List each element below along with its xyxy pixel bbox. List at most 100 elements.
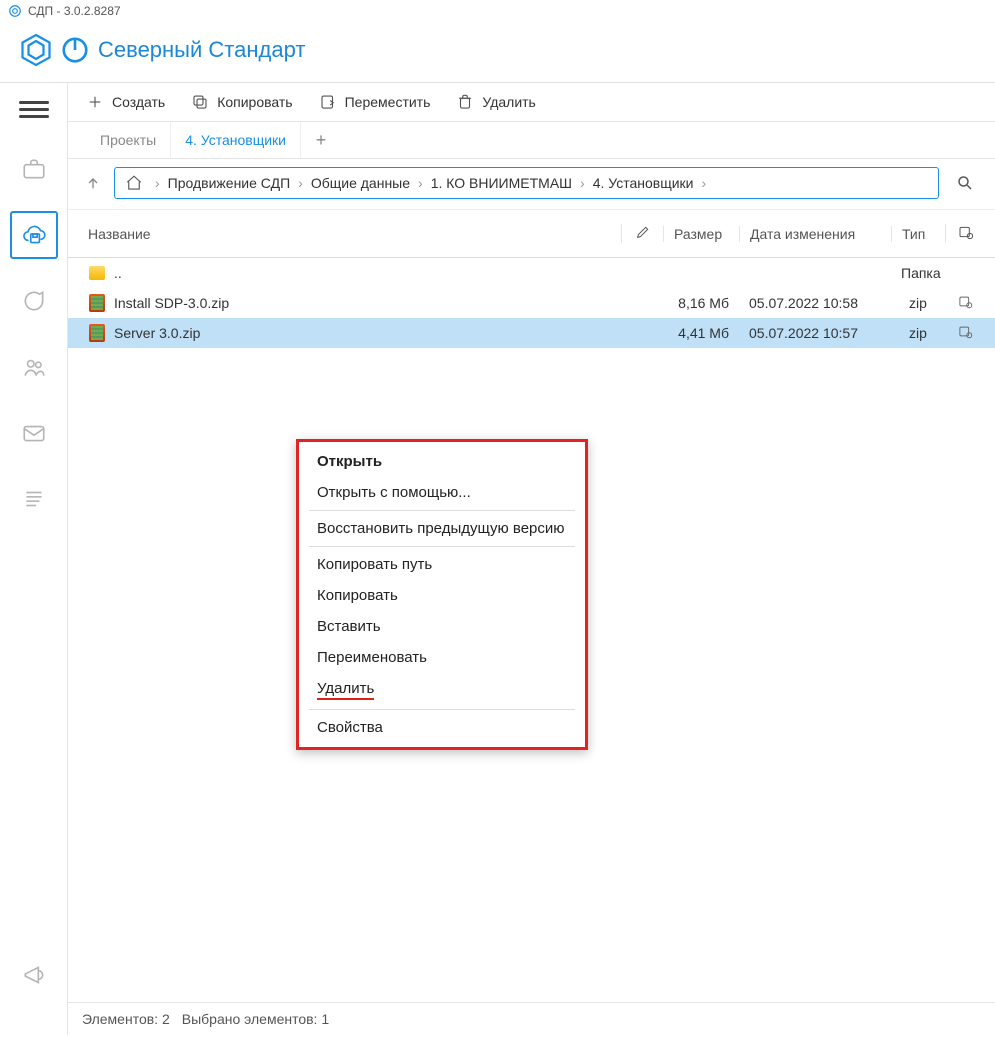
- left-rail: [0, 83, 68, 1035]
- cm-props[interactable]: Свойства: [299, 712, 585, 743]
- cm-delete-label: Удалить: [317, 680, 374, 700]
- cm-sep: [309, 546, 575, 547]
- create-button[interactable]: Создать: [86, 93, 165, 111]
- search-icon: [956, 174, 974, 192]
- context-menu: Открыть Открыть с помощью... Восстановит…: [296, 439, 588, 750]
- rail-chat-button[interactable]: [10, 277, 58, 325]
- delete-button[interactable]: Удалить: [456, 93, 535, 111]
- breadcrumb-seg-3[interactable]: 4. Установщики: [593, 175, 694, 191]
- cell-cal: [945, 324, 985, 342]
- document-lines-icon: [21, 486, 47, 512]
- cell-type: Папка: [891, 265, 945, 281]
- table-header: Название Размер Дата изменения Тип: [68, 210, 995, 258]
- create-label: Создать: [112, 94, 165, 110]
- status-elements: Элементов: 2: [82, 1011, 170, 1027]
- tab-installers[interactable]: 4. Установщики: [171, 122, 301, 158]
- cell-type: zip: [891, 295, 945, 311]
- col-date[interactable]: Дата изменения: [739, 226, 891, 242]
- megaphone-icon: [21, 962, 47, 988]
- tabs: Проекты 4. Установщики +: [68, 122, 995, 159]
- cell-type: zip: [891, 325, 945, 341]
- chat-icon: [21, 288, 47, 314]
- trash-icon: [456, 93, 474, 111]
- cm-rename[interactable]: Переименовать: [299, 642, 585, 673]
- rail-mail-button[interactable]: [10, 409, 58, 457]
- rail-briefcase-button[interactable]: [10, 145, 58, 193]
- brand-bar: Северный Стандарт: [0, 22, 995, 83]
- briefcase-icon: [21, 156, 47, 182]
- users-icon: [21, 354, 47, 380]
- logo-power-icon: [60, 35, 90, 65]
- col-type[interactable]: Тип: [891, 226, 945, 242]
- cm-sep: [309, 709, 575, 710]
- rail-announce-button[interactable]: [10, 951, 58, 999]
- calendar-gear-icon: [958, 224, 974, 240]
- status-selected: Выбрано элементов: 1: [182, 1011, 329, 1027]
- breadcrumb-sep: ›: [298, 175, 303, 191]
- table-row[interactable]: Install SDP-3.0.zip 8,16 Мб 05.07.2022 1…: [68, 288, 995, 318]
- breadcrumb-seg-2[interactable]: 1. КО ВНИИМЕТМАШ: [431, 175, 572, 191]
- col-calendar[interactable]: [945, 224, 985, 243]
- pencil-icon: [635, 224, 651, 240]
- file-name: Server 3.0.zip: [114, 325, 200, 341]
- cell-name: Server 3.0.zip: [78, 324, 621, 342]
- calendar-icon: [958, 294, 973, 309]
- table-row-selected[interactable]: Server 3.0.zip 4,41 Мб 05.07.2022 10:57 …: [68, 318, 995, 348]
- menu-toggle-button[interactable]: [19, 97, 49, 119]
- file-name: ..: [114, 265, 122, 281]
- calendar-icon: [958, 324, 973, 339]
- cloud-save-icon: [21, 222, 47, 248]
- cell-date: 05.07.2022 10:57: [739, 325, 891, 341]
- breadcrumb-sep: ›: [702, 175, 707, 191]
- cell-size: 8,16 Мб: [663, 295, 739, 311]
- breadcrumb-sep: ›: [580, 175, 585, 191]
- main-panel: Создать Копировать Переместить Удалить П…: [68, 83, 995, 1035]
- cell-name: Install SDP-3.0.zip: [78, 294, 621, 312]
- cm-copy-path[interactable]: Копировать путь: [299, 549, 585, 580]
- copy-label: Копировать: [217, 94, 292, 110]
- cm-copy[interactable]: Копировать: [299, 580, 585, 611]
- breadcrumb-row: › Продвижение СДП › Общие данные › 1. КО…: [68, 159, 995, 210]
- search-button[interactable]: [947, 165, 983, 201]
- col-edit[interactable]: [621, 224, 663, 243]
- cell-size: 4,41 Мб: [663, 325, 739, 341]
- col-size[interactable]: Размер: [663, 226, 739, 242]
- workspace: Создать Копировать Переместить Удалить П…: [0, 83, 995, 1035]
- plus-icon: [86, 93, 104, 111]
- delete-label: Удалить: [482, 94, 535, 110]
- file-name: Install SDP-3.0.zip: [114, 295, 229, 311]
- brand-text: Северный Стандарт: [98, 37, 305, 63]
- folder-icon: [88, 264, 106, 282]
- col-name[interactable]: Название: [78, 226, 621, 242]
- copy-icon: [191, 93, 209, 111]
- toolbar: Создать Копировать Переместить Удалить: [68, 83, 995, 122]
- table-row[interactable]: .. Папка: [68, 258, 995, 288]
- breadcrumb-seg-0[interactable]: Продвижение СДП: [168, 175, 290, 191]
- cm-delete[interactable]: Удалить: [299, 673, 585, 707]
- zip-icon: [88, 324, 106, 342]
- cm-open-with[interactable]: Открыть с помощью...: [299, 477, 585, 508]
- breadcrumb-sep: ›: [418, 175, 423, 191]
- cm-open[interactable]: Открыть: [299, 446, 585, 477]
- rail-users-button[interactable]: [10, 343, 58, 391]
- move-icon: [319, 93, 337, 111]
- status-bar: Элементов: 2 Выбрано элементов: 1: [68, 1002, 995, 1035]
- rail-cloud-save-button[interactable]: [10, 211, 58, 259]
- window-title: СДП - 3.0.2.8287: [28, 4, 121, 18]
- breadcrumb-up-button[interactable]: [80, 170, 106, 196]
- breadcrumb-box[interactable]: › Продвижение СДП › Общие данные › 1. КО…: [114, 167, 939, 199]
- breadcrumb-seg-1[interactable]: Общие данные: [311, 175, 410, 191]
- move-label: Переместить: [345, 94, 431, 110]
- tab-add-button[interactable]: +: [301, 130, 341, 151]
- mail-icon: [21, 420, 47, 446]
- breadcrumb-sep: ›: [155, 175, 160, 191]
- tab-projects[interactable]: Проекты: [86, 122, 171, 158]
- move-button[interactable]: Переместить: [319, 93, 431, 111]
- title-bar: СДП - 3.0.2.8287: [0, 0, 995, 22]
- zip-icon: [88, 294, 106, 312]
- cm-paste[interactable]: Вставить: [299, 611, 585, 642]
- copy-button[interactable]: Копировать: [191, 93, 292, 111]
- rail-document-button[interactable]: [10, 475, 58, 523]
- cell-date: 05.07.2022 10:58: [739, 295, 891, 311]
- cm-restore[interactable]: Восстановить предыдущую версию: [299, 513, 585, 544]
